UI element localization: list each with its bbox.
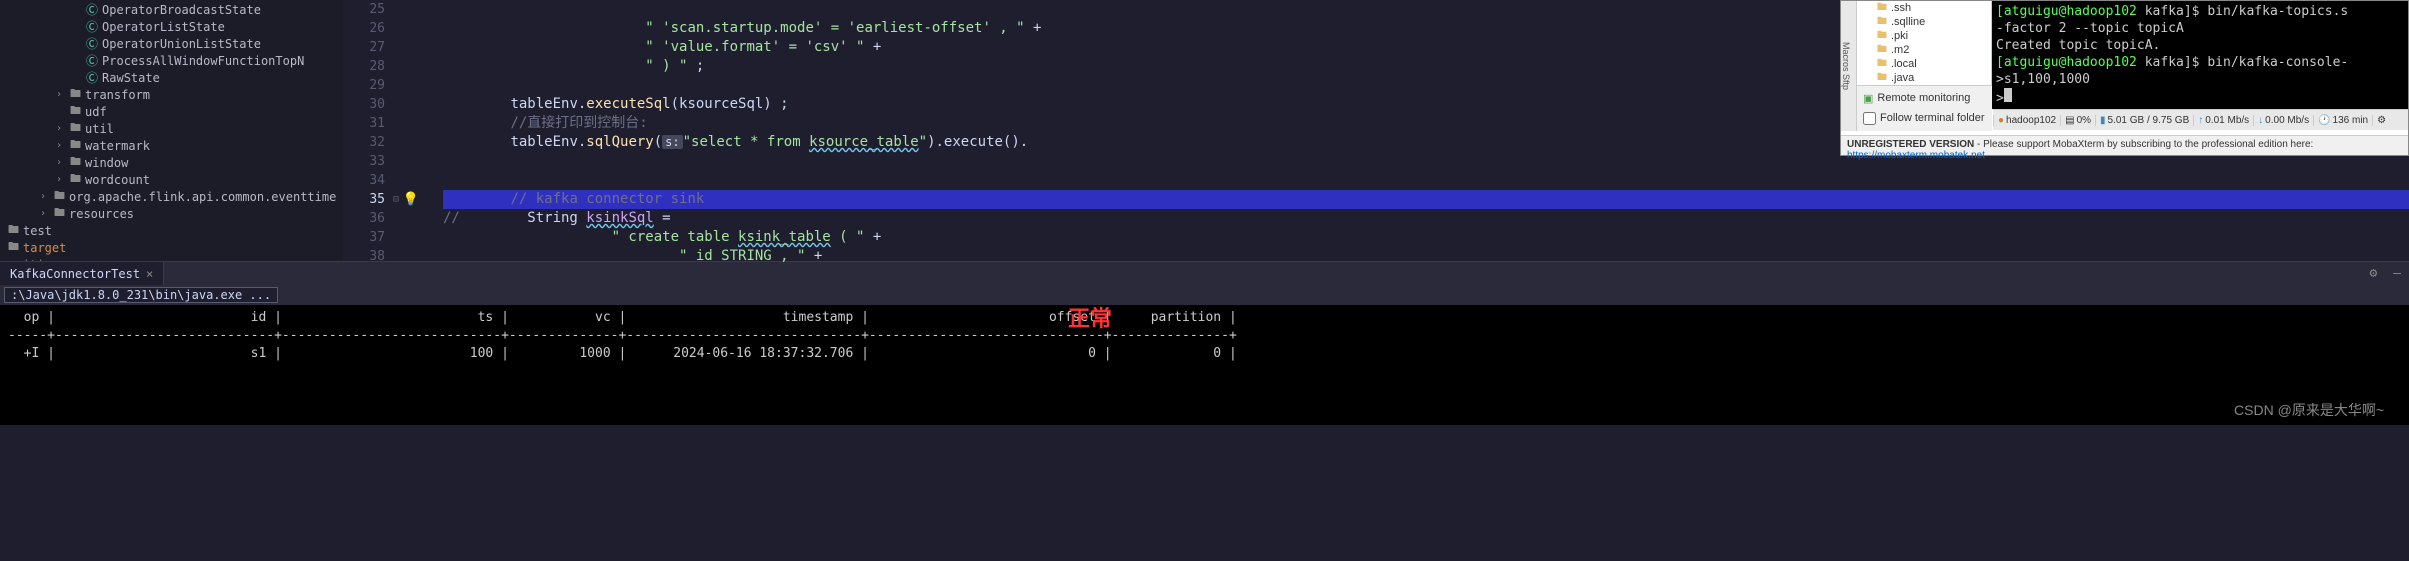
cursor <box>2004 88 2012 102</box>
watermark: CSDN @原来是大华啊~ <box>2234 401 2384 419</box>
chevron-right-icon[interactable]: › <box>56 157 68 168</box>
console-output[interactable]: op | id | ts | vc | timestamp | offset |… <box>0 305 2409 425</box>
close-icon[interactable]: × <box>146 267 153 281</box>
tree-item[interactable]: ⒸRawState <box>0 69 343 86</box>
tree-item[interactable]: ›🖿resources <box>0 205 343 222</box>
class-icon: Ⓒ <box>86 69 98 86</box>
tree-item[interactable]: ›🖿wordcount <box>0 171 343 188</box>
tree-item[interactable]: 🖿target <box>0 239 343 256</box>
gear-icon[interactable]: ⚙ <box>2370 266 2378 281</box>
tree-item[interactable]: ⒸOperatorListState <box>0 18 343 35</box>
tree-item[interactable]: ›🖿transform <box>0 86 343 103</box>
chevron-right-icon[interactable]: › <box>56 123 68 134</box>
class-icon: Ⓒ <box>86 1 98 18</box>
download-icon: ↓ <box>2258 115 2263 126</box>
tree-item[interactable]: 🖿test <box>0 222 343 239</box>
follow-terminal-checkbox[interactable]: Follow terminal folder <box>1859 108 1990 128</box>
lightbulb-icon[interactable]: 💡 <box>403 190 419 209</box>
moba-terminal[interactable]: [atguigu@hadoop102 kafka]$ bin/kafka-top… <box>1992 1 2408 109</box>
class-icon: Ⓒ <box>86 52 98 69</box>
parameter-hint: s: <box>662 135 682 149</box>
clock-icon: 🕐 <box>2318 115 2330 126</box>
moba-link[interactable]: https://mobaxterm.mobatek.net <box>1847 150 1985 161</box>
upload-icon: ↑ <box>2198 115 2203 126</box>
minimize-icon[interactable]: — <box>2393 266 2401 281</box>
host-icon: ● <box>1998 115 2004 126</box>
mobaxterm-window[interactable]: Macros Sftp 🖿.ssh 🖿.sqlline 🖿.pki 🖿.m2 🖿… <box>1840 0 2409 156</box>
checkbox[interactable] <box>1863 112 1876 125</box>
command-path[interactable]: :\Java\jdk1.8.0_231\bin\java.exe ... <box>4 287 278 303</box>
moba-status-bar: ●hadoop102 ▤0% ▮5.01 GB / 9.75 GB ↑0.01 … <box>1993 109 2408 130</box>
console-tab[interactable]: KafkaConnectorTest × <box>0 262 164 285</box>
moba-footer: UNREGISTERED VERSION - Please support Mo… <box>1841 135 2408 155</box>
moba-side-tabs[interactable]: Macros Sftp <box>1841 1 1857 131</box>
folder-icon: 🖿 <box>8 238 19 257</box>
tree-item[interactable]: ›🖿watermark <box>0 137 343 154</box>
remote-monitoring-button[interactable]: ▣ Remote monitoring <box>1859 88 1990 108</box>
folder-icon: 🖿 <box>70 170 81 189</box>
monitor-icon: ▣ <box>1863 92 1873 105</box>
console-divider: -----+----------------------------+-----… <box>8 327 2401 345</box>
tree-item[interactable]: ⒸProcessAllWindowFunctionTopN <box>0 52 343 69</box>
fold-icon[interactable]: ⊟ <box>393 190 399 209</box>
chevron-right-icon[interactable]: › <box>40 191 52 202</box>
tree-item[interactable]: 🖿udf <box>0 103 343 120</box>
chevron-right-icon[interactable]: › <box>40 208 52 219</box>
folder-icon: 🖿 <box>54 204 65 223</box>
tree-item[interactable]: ⒸOperatorBroadcastState <box>0 1 343 18</box>
chevron-right-icon[interactable]: › <box>56 89 68 100</box>
moba-file-browser[interactable]: 🖿.ssh 🖿.sqlline 🖿.pki 🖿.m2 🖿.local 🖿.jav… <box>1857 1 1992 85</box>
cpu-icon: ▤ <box>2065 115 2074 126</box>
annotation-text: 正常 <box>1068 310 1112 328</box>
console-row: +I | s1 | 100 | 1000 | 2024-06-16 18:37:… <box>8 345 2401 363</box>
class-icon: Ⓒ <box>86 35 98 52</box>
tree-item[interactable]: ›🖿org.apache.flink.api.common.eventtime <box>0 188 343 205</box>
chevron-right-icon[interactable]: › <box>56 140 68 151</box>
project-tree: ⒸOperatorBroadcastState ⒸOperatorListSta… <box>0 0 343 261</box>
tree-item[interactable]: ›🖿util <box>0 120 343 137</box>
memory-icon: ▮ <box>2100 115 2106 126</box>
command-bar: :\Java\jdk1.8.0_231\bin\java.exe ... <box>0 285 2409 305</box>
tree-item[interactable]: ›🖿window <box>0 154 343 171</box>
chevron-right-icon[interactable]: › <box>56 174 68 185</box>
console-header: op | id | ts | vc | timestamp | offset |… <box>8 309 2401 327</box>
settings-icon[interactable]: ⚙ <box>2377 115 2386 126</box>
tree-item[interactable]: .gitignore <box>0 256 343 261</box>
class-icon: Ⓒ <box>86 18 98 35</box>
line-gutter: 25 26 27 28 29 30 31 32 33 34 35⊟💡 36 37… <box>343 0 403 261</box>
tree-item[interactable]: ⒸOperatorUnionListState <box>0 35 343 52</box>
